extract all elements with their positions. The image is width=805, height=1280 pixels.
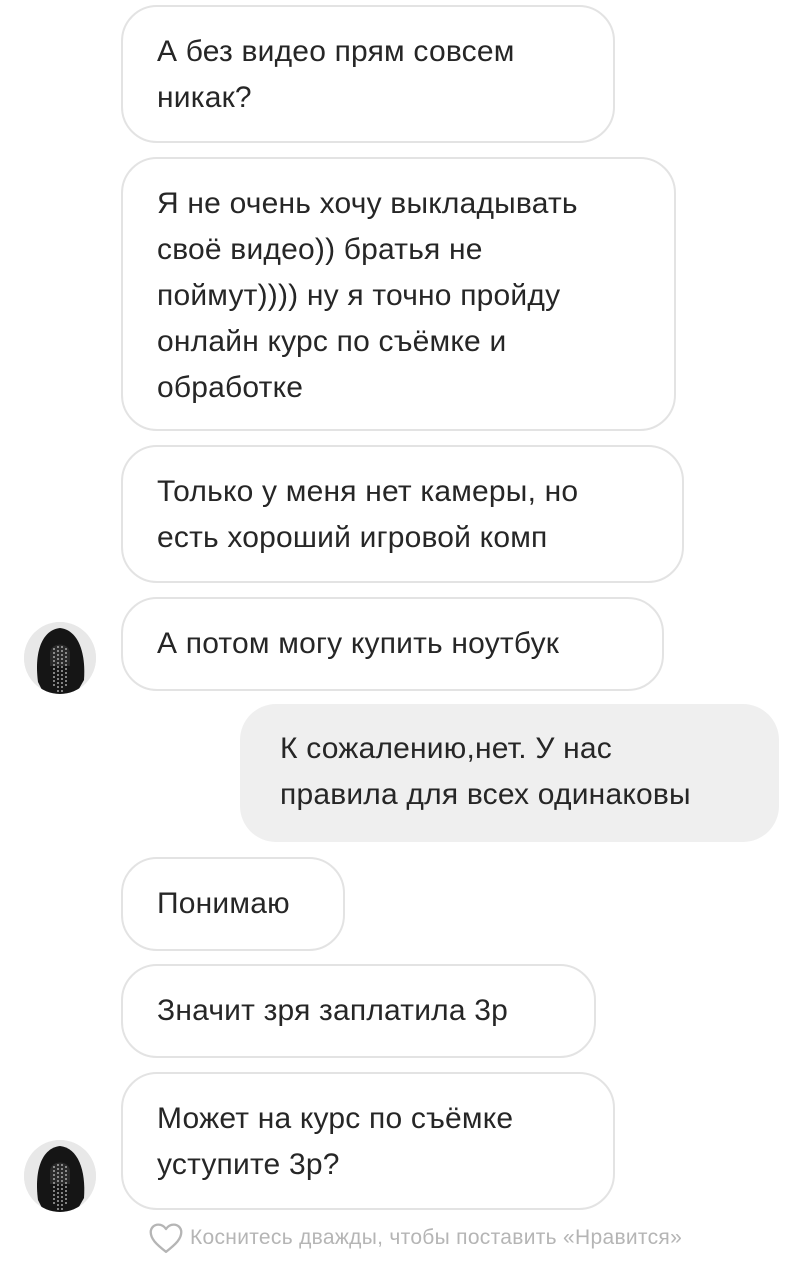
message-text-line: есть хороший игровой комп bbox=[157, 521, 548, 554]
message-text-line: К сожалению,нет. У нас bbox=[280, 732, 612, 765]
incoming-message[interactable]: А без видео прям совсем никак? bbox=[121, 5, 615, 143]
message-text-line: Я не очень хочу выкладывать bbox=[157, 187, 578, 220]
sender-avatar[interactable] bbox=[24, 1140, 96, 1212]
avatar-image bbox=[24, 622, 96, 694]
incoming-message[interactable]: Понимаю bbox=[121, 857, 345, 951]
message-text-line: Только у меня нет камеры, но bbox=[157, 475, 579, 508]
outgoing-message[interactable]: К сожалению,нет. У нас правила для всех … bbox=[240, 704, 779, 842]
incoming-message[interactable]: Может на курс по съёмке уступите 3р? bbox=[121, 1072, 615, 1210]
incoming-message[interactable]: Только у меня нет камеры, но есть хороши… bbox=[121, 445, 684, 583]
message-text-line: А без видео прям совсем bbox=[157, 35, 515, 68]
sender-avatar[interactable] bbox=[24, 622, 96, 694]
message-text-line: своё видео)) братья не bbox=[157, 233, 483, 266]
like-hint-text: Коснитесь дважды, чтобы поставить «Нрави… bbox=[190, 1226, 683, 1249]
message-text-line: обработке bbox=[157, 371, 304, 404]
incoming-message[interactable]: Я не очень хочу выкладывать своё видео))… bbox=[121, 157, 676, 431]
message-text-line: поймут)))) ну я точно пройду bbox=[157, 279, 561, 312]
message-text-line: правила для всех одинаковы bbox=[280, 778, 691, 811]
heart-outline-icon bbox=[149, 1223, 183, 1253]
message-text-line: онлайн курс по съёмке и bbox=[157, 325, 507, 358]
message-text-line: А потом могу купить ноутбук bbox=[157, 627, 560, 660]
avatar-image bbox=[24, 1140, 96, 1212]
message-text-line: Значит зря заплатила 3р bbox=[157, 994, 509, 1027]
message-text-line: никак? bbox=[157, 81, 252, 114]
message-text-line: Понимаю bbox=[157, 887, 290, 920]
incoming-message[interactable]: А потом могу купить ноутбук bbox=[121, 597, 664, 691]
incoming-message[interactable]: Значит зря заплатила 3р bbox=[121, 964, 596, 1058]
message-text-line: уступите 3р? bbox=[157, 1148, 340, 1181]
message-text-line: Может на курс по съёмке bbox=[157, 1102, 514, 1135]
double-tap-like-hint[interactable]: Коснитесь дважды, чтобы поставить «Нрави… bbox=[148, 1218, 682, 1258]
